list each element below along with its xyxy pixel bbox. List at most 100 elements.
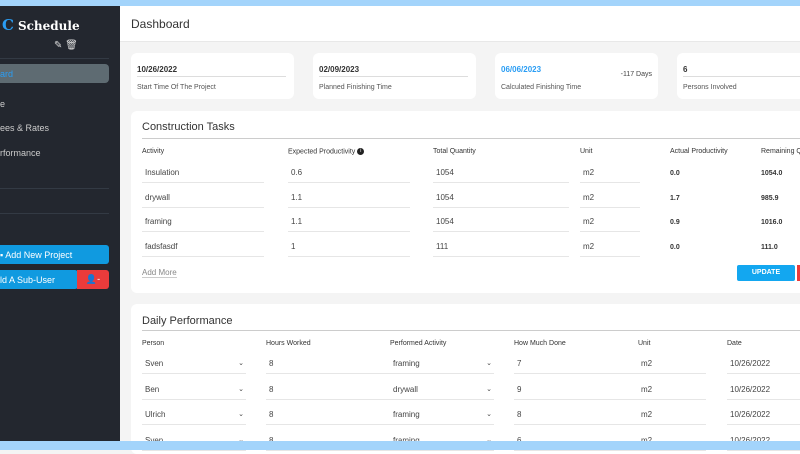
sidebar: C Schedule ✎ 🗑 ard e ees & Rates rformanc… (0, 6, 120, 450)
column-header: Remaining Q (761, 148, 800, 155)
chevron-down-icon: ⌄ (486, 360, 492, 367)
input-field[interactable]: 10/26/2022 (727, 407, 800, 425)
card-planned-finish: 02/09/2023 Planned Finishing Time (313, 53, 476, 99)
field-value: Ulrich (145, 410, 166, 419)
column-header: How Much Done (514, 340, 566, 347)
task-field[interactable]: 1 (288, 239, 410, 257)
remove-user-button[interactable]: 👤- (77, 270, 109, 289)
task-readonly-value: 985.9 (761, 194, 779, 202)
input-field[interactable]: 8 (266, 407, 391, 425)
task-readonly-value: 1.7 (670, 194, 680, 202)
task-field[interactable]: m2 (580, 165, 640, 183)
input-field[interactable]: 10/26/2022 (727, 356, 800, 374)
column-header: Performed Activity (390, 340, 447, 347)
column-header: Unit (580, 148, 593, 155)
field-value: m2 (641, 384, 653, 394)
field-value: 8 (269, 410, 274, 419)
task-field[interactable]: 1054 (433, 214, 569, 232)
field-value: 8 (269, 359, 274, 368)
field-value: Sven (145, 359, 164, 368)
field-value: 10/26/2022 (730, 384, 771, 394)
sidebar-item-daily-performance[interactable]: rformance (0, 143, 109, 162)
input-field[interactable]: 10/26/2022 (727, 382, 800, 400)
input-field[interactable]: 8 (266, 356, 391, 374)
task-field[interactable]: m2 (580, 214, 640, 232)
edit-icon[interactable]: ✎ (54, 40, 62, 51)
task-field[interactable]: 1.1 (288, 190, 410, 208)
input-field[interactable]: 7 (514, 356, 639, 374)
header: Dashboard (120, 6, 800, 42)
input-field[interactable]: 9 (514, 382, 639, 400)
field-value: framing (393, 410, 420, 419)
task-field[interactable]: 0.6 (288, 165, 410, 183)
column-header: Unit (638, 340, 651, 347)
select-field[interactable]: Ben ⌄ (142, 382, 246, 400)
card-start-time: 10/26/2022 Start Time Of The Project (131, 53, 294, 99)
select-field[interactable]: framing ⌄ (390, 407, 494, 425)
task-field[interactable]: 1054 (433, 165, 569, 183)
field-value: Ben (145, 384, 160, 394)
field-value: 9 (517, 384, 522, 394)
field-value: m2 (641, 359, 653, 368)
select-field[interactable]: Sven ⌄ (142, 356, 246, 374)
column-header: Actual Productivity (670, 148, 728, 155)
page-title: Dashboard (131, 17, 190, 31)
column-header: Expected Productivity i (288, 148, 365, 155)
task-field[interactable]: 1054 (433, 190, 569, 208)
column-header: Hours Worked (266, 340, 311, 347)
column-header: Activity (142, 148, 165, 155)
field-value: framing (393, 359, 420, 368)
card-persons-involved: 6 Persons Involved (677, 53, 800, 99)
task-field[interactable]: drywall (142, 190, 264, 208)
field-value: 10/26/2022 (730, 359, 771, 368)
input-field[interactable]: m2 (638, 382, 706, 400)
column-header: Date (727, 340, 742, 347)
task-field[interactable]: fadsfasdf (142, 239, 264, 257)
input-field[interactable]: m2 (638, 407, 706, 425)
update-button[interactable]: UPDATE (737, 265, 795, 281)
field-value: 8 (269, 384, 274, 394)
input-field[interactable]: 8 (266, 382, 391, 400)
task-field[interactable]: Insulation (142, 165, 264, 183)
task-field[interactable]: 1.1 (288, 214, 410, 232)
add-new-project-button[interactable]: ▪ Add New Project (0, 245, 109, 264)
chevron-down-icon: ⌄ (486, 411, 492, 418)
card-calculated-finish: 06/06/2023 -117 Days Calculated Finishing … (495, 53, 658, 99)
window-top-border (0, 0, 800, 6)
select-field[interactable]: Ulrich ⌄ (142, 407, 246, 425)
task-field[interactable]: framing (142, 214, 264, 232)
sidebar-item-employees-rates[interactable]: ees & Rates (0, 118, 109, 137)
input-field[interactable]: m2 (638, 356, 706, 374)
chevron-down-icon: ⌄ (238, 411, 244, 418)
task-readonly-value: 1054.0 (761, 170, 783, 177)
task-field[interactable]: m2 (580, 239, 640, 257)
task-readonly-value: 0.0 (670, 170, 680, 177)
logo: C Schedule (2, 16, 80, 34)
select-field[interactable]: framing ⌄ (390, 356, 494, 374)
field-value: 8 (517, 410, 522, 419)
chevron-down-icon: ⌄ (486, 385, 492, 393)
daily-performance-panel: Daily Performance Person Hours Worked Perf… (131, 304, 800, 454)
input-field[interactable]: 8 (514, 407, 639, 425)
select-field[interactable]: drywall ⌄ (390, 382, 494, 400)
task-readonly-value: 111.0 (761, 243, 778, 251)
task-field[interactable]: 111 (433, 239, 569, 257)
field-value: m2 (641, 410, 653, 419)
construction-tasks-panel: Construction Tasks Activity Expected Prod… (131, 111, 800, 293)
task-readonly-value: 0.0 (670, 243, 680, 251)
chevron-down-icon: ⌄ (238, 360, 244, 367)
add-more-link[interactable]: Add More (142, 268, 177, 278)
sidebar-item-schedule[interactable]: e (0, 94, 109, 113)
add-sub-user-button[interactable]: ld A Sub-User (0, 270, 78, 289)
user-minus-icon: 👤- (85, 274, 101, 284)
info-icon[interactable]: i (357, 148, 365, 155)
field-value: 10/26/2022 (730, 410, 771, 419)
trash-icon[interactable]: 🗑 (65, 40, 78, 51)
task-readonly-value: 1016.0 (761, 219, 783, 226)
section-title: Construction Tasks (142, 121, 235, 133)
section-title: Daily Performance (142, 315, 233, 327)
column-header: Total Quantity (433, 148, 476, 155)
column-header: Person (142, 340, 165, 347)
task-field[interactable]: m2 (580, 190, 640, 208)
sidebar-item-dashboard[interactable]: ard (0, 64, 109, 83)
